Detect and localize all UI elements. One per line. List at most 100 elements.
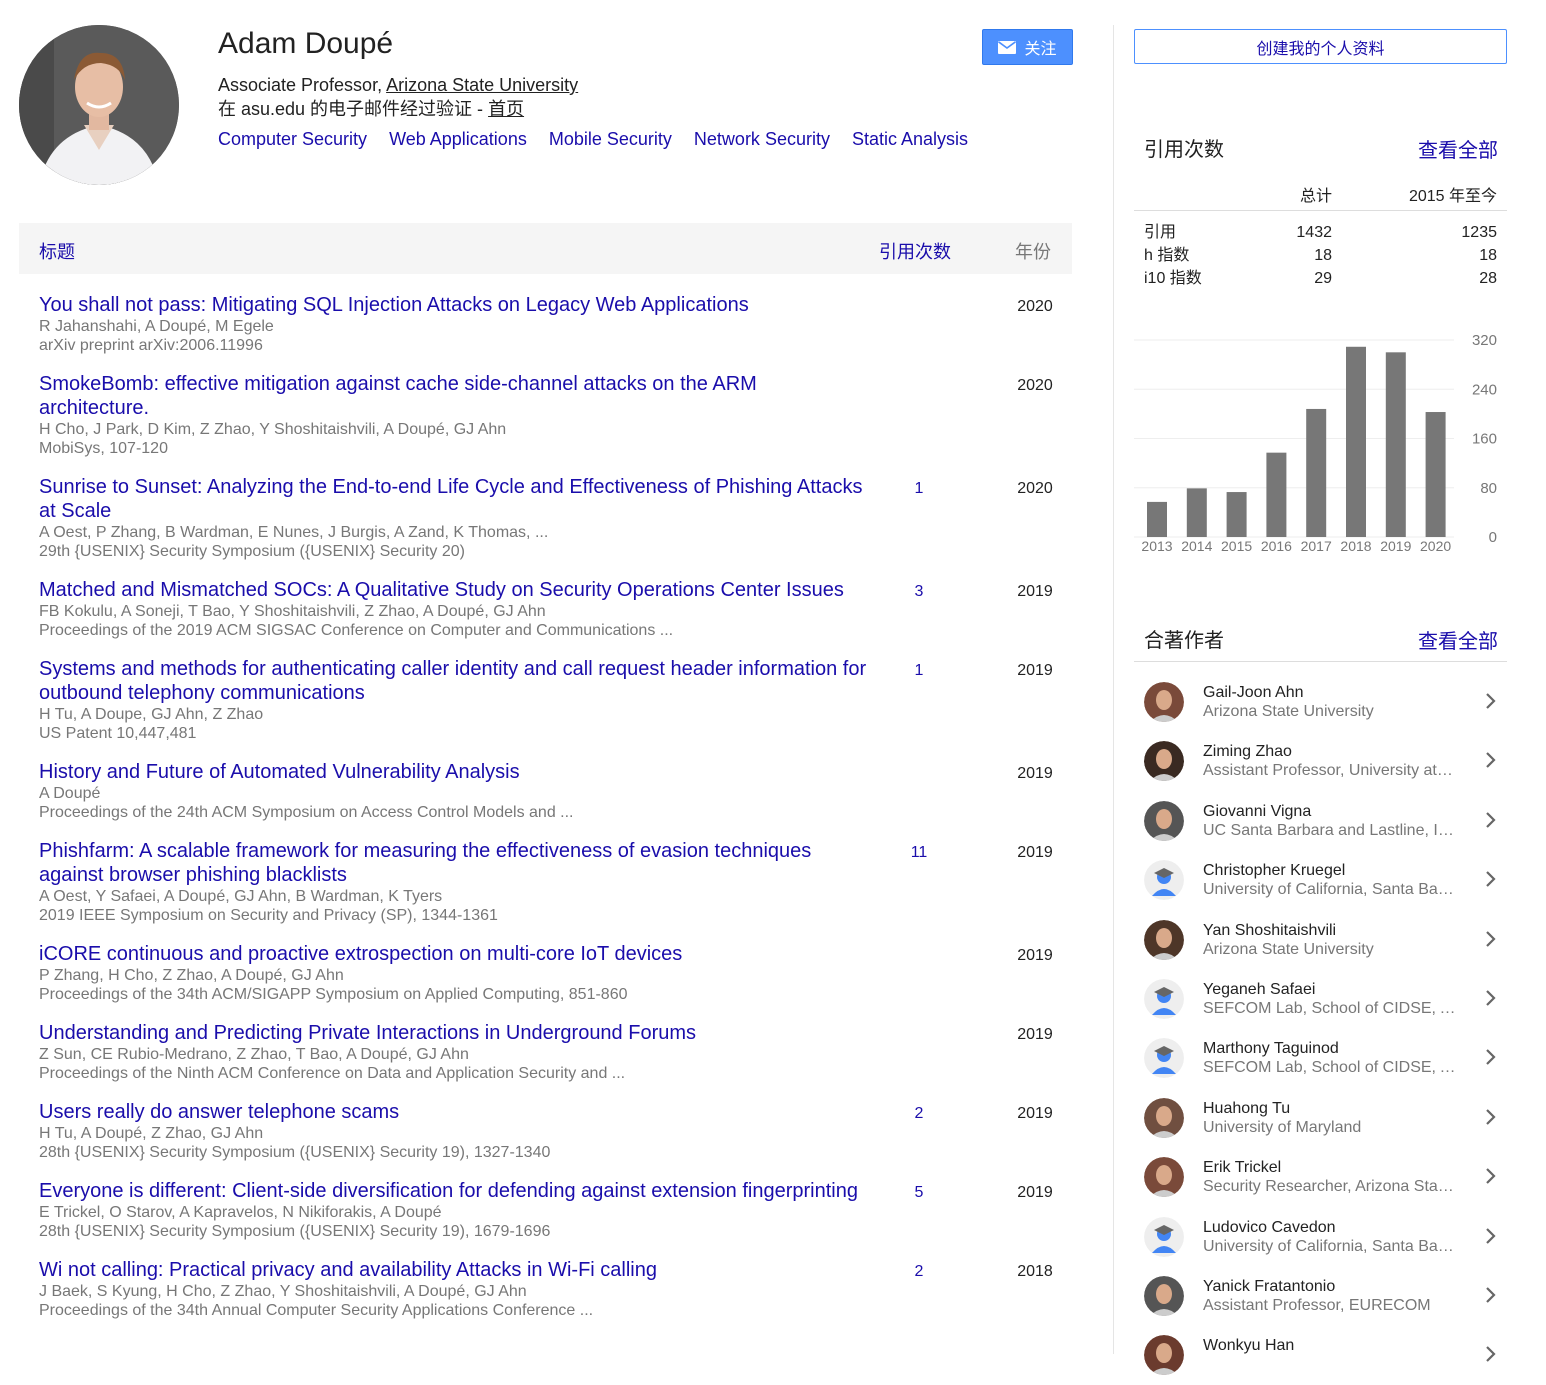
sort-by-year[interactable]: 年份 — [1015, 238, 1051, 264]
coauthor-item[interactable]: Yeganeh Safaei SEFCOM Lab, School of CIDS… — [1134, 969, 1507, 1028]
chevron-right-icon[interactable] — [1484, 810, 1498, 830]
coauthor-photo — [1144, 800, 1184, 841]
coauthor-name[interactable]: Huahong Tu — [1203, 1099, 1290, 1118]
table-row: Users really do answer telephone scams H … — [19, 1092, 1072, 1171]
affiliation-prefix: Associate Professor, — [218, 75, 387, 95]
publication-title-link[interactable]: Phishfarm: A scalable framework for meas… — [39, 839, 869, 887]
table-row: Matched and Mismatched SOCs: A Qualitati… — [19, 570, 1072, 649]
chevron-right-icon[interactable] — [1484, 1166, 1498, 1186]
coauthor-name[interactable]: Yanick Fratantonio — [1203, 1277, 1335, 1296]
col-since: 2015 年至今 — [1408, 188, 1497, 205]
chevron-right-icon[interactable] — [1484, 1226, 1498, 1246]
publication-title-link[interactable]: Understanding and Predicting Private Int… — [39, 1021, 869, 1045]
interest-link[interactable]: Mobile Security — [549, 129, 672, 149]
chart-bar[interactable] — [1186, 488, 1207, 537]
chart-bar[interactable] — [1385, 352, 1406, 537]
follow-label: 关注 — [1024, 41, 1057, 58]
coauthor-name[interactable]: Erik Trickel — [1203, 1158, 1281, 1177]
publication-title-link[interactable]: iCORE continuous and proactive extrospec… — [39, 942, 869, 966]
coauthor-item[interactable]: Gail-Joon Ahn Arizona State University — [1134, 672, 1507, 731]
coauthor-name[interactable]: Marthony Taguinod — [1203, 1039, 1339, 1058]
publication-authors: P Zhang, H Cho, Z Zhao, A Doupé, GJ Ahn — [39, 967, 344, 984]
sort-by-citations[interactable]: 引用次数 — [879, 238, 951, 264]
publication-authors: A Doupé — [39, 785, 101, 802]
coauthor-item[interactable]: Yanick Fratantonio Assistant Professor, E… — [1134, 1266, 1507, 1325]
research-interests: Computer Security Web Applications Mobil… — [218, 128, 985, 150]
email-verification: 在 asu.edu 的电子邮件经过验证 - 首页 — [218, 98, 524, 120]
interest-link[interactable]: Network Security — [694, 129, 830, 149]
coauthor-name[interactable]: Ziming Zhao — [1203, 742, 1292, 761]
publication-title-link[interactable]: You shall not pass: Mitigating SQL Injec… — [39, 293, 869, 317]
citation-count-link[interactable]: 3 — [879, 580, 959, 604]
table-row: Wi not calling: Practical privacy and av… — [19, 1250, 1072, 1329]
citation-count-link[interactable]: 11 — [879, 841, 959, 865]
chevron-right-icon[interactable] — [1484, 929, 1498, 949]
envelope-icon — [998, 40, 1017, 54]
chevron-right-icon[interactable] — [1484, 1107, 1498, 1127]
coauthor-item[interactable]: Erik Trickel Security Researcher, Arizona… — [1134, 1147, 1507, 1206]
coauthor-name[interactable]: Ludovico Cavedon — [1203, 1218, 1336, 1237]
chevron-right-icon[interactable] — [1484, 750, 1498, 770]
coauthor-name[interactable]: Gail-Joon Ahn — [1203, 683, 1304, 702]
coauthor-photo — [1144, 1157, 1184, 1198]
coauthors-see-all-link[interactable]: 查看全部 — [1418, 625, 1498, 654]
chevron-right-icon[interactable] — [1484, 691, 1498, 711]
chevron-right-icon[interactable] — [1484, 869, 1498, 889]
citations-chart: 0 80 160 240 320 2013 2014 2015 2016 2017 2018 2019… — [1134, 332, 1497, 554]
publication-title-link[interactable]: Everyone is different: Client-side diver… — [39, 1179, 869, 1203]
chart-bar[interactable] — [1306, 408, 1327, 537]
publication-title-link[interactable]: Sunrise to Sunset: Analyzing the End-to-… — [39, 475, 869, 523]
chart-bar[interactable] — [1346, 346, 1366, 537]
publication-year: 2019 — [1017, 1026, 1053, 1043]
coauthor-name[interactable]: Yeganeh Safaei — [1203, 980, 1315, 999]
chevron-right-icon[interactable] — [1484, 1285, 1498, 1305]
column-divider — [1113, 25, 1114, 1354]
coauthor-item[interactable]: Giovanni Vigna UC Santa Barbara and Lastl… — [1134, 791, 1507, 850]
chart-bar[interactable] — [1226, 492, 1247, 537]
coauthor-name[interactable]: Christopher Kruegel — [1203, 861, 1345, 880]
publication-title-link[interactable]: History and Future of Automated Vulnerab… — [39, 760, 869, 784]
default-avatar-icon — [1144, 860, 1184, 901]
coauthor-affiliation: SEFCOM Lab, School of CIDSE, Arizona Sta… — [1203, 999, 1456, 1017]
coauthor-item[interactable]: Huahong Tu University of Maryland — [1134, 1088, 1507, 1147]
follow-button[interactable]: 关注 — [982, 29, 1073, 65]
chevron-right-icon[interactable] — [1484, 1344, 1498, 1364]
coauthor-item[interactable]: Christopher Kruegel University of Califor… — [1134, 850, 1507, 909]
coauthor-name[interactable]: Wonkyu Han — [1203, 1336, 1294, 1355]
publication-title-link[interactable]: Wi not calling: Practical privacy and av… — [39, 1258, 869, 1282]
coauthor-item[interactable]: Ziming Zhao Assistant Professor, Universi… — [1134, 731, 1507, 790]
chart-bar[interactable] — [1425, 412, 1446, 537]
citation-count-link[interactable]: 2 — [879, 1102, 959, 1126]
coauthor-affiliation: Assistant Professor, EURECOM — [1203, 1296, 1431, 1314]
table-row: Sunrise to Sunset: Analyzing the End-to-… — [19, 467, 1072, 570]
chart-bar[interactable] — [1147, 501, 1167, 537]
publication-title-link[interactable]: SmokeBomb: effective mitigation against … — [39, 372, 869, 420]
citation-count-link[interactable]: 2 — [879, 1260, 959, 1284]
affiliation-link[interactable]: Arizona State University — [386, 75, 578, 95]
coauthor-affiliation: Arizona State University — [1203, 703, 1374, 720]
interest-link[interactable]: Computer Security — [218, 129, 367, 149]
publication-title-link[interactable]: Users really do answer telephone scams — [39, 1100, 869, 1124]
citation-count-link[interactable]: 5 — [879, 1181, 959, 1205]
chart-bar[interactable] — [1266, 452, 1287, 537]
citation-stats-table: 总计 2015 年至今 引用 1432 1235 h 指数 18 18 i10 指数 29… — [1134, 170, 1507, 290]
homepage-link[interactable]: 首页 — [488, 99, 524, 119]
publication-title-link[interactable]: Systems and methods for authenticating c… — [39, 657, 869, 705]
citations-see-all-link[interactable]: 查看全部 — [1418, 134, 1498, 163]
coauthor-item[interactable]: Ludovico Cavedon University of California… — [1134, 1207, 1507, 1266]
interest-link[interactable]: Web Applications — [389, 129, 527, 149]
publication-title-link[interactable]: Matched and Mismatched SOCs: A Qualitati… — [39, 578, 869, 602]
create-profile-button[interactable]: 创建我的个人资料 — [1134, 29, 1507, 64]
sort-by-title[interactable]: 标题 — [39, 238, 75, 264]
coauthor-item[interactable]: Yan Shoshitaishvili Arizona State Univers… — [1134, 910, 1507, 969]
coauthor-name[interactable]: Giovanni Vigna — [1203, 802, 1311, 821]
publication-venue: Proceedings of the Ninth ACM Conference … — [39, 1065, 626, 1082]
coauthor-item[interactable]: Marthony Taguinod SEFCOM Lab, School of C… — [1134, 1028, 1507, 1087]
interest-link[interactable]: Static Analysis — [852, 129, 968, 149]
citation-count-link[interactable]: 1 — [879, 659, 959, 683]
coauthor-item[interactable]: Wonkyu Han — [1134, 1325, 1507, 1384]
chevron-right-icon[interactable] — [1484, 988, 1498, 1008]
chevron-right-icon[interactable] — [1484, 1047, 1498, 1067]
citation-count-link[interactable]: 1 — [879, 477, 959, 501]
coauthor-name[interactable]: Yan Shoshitaishvili — [1203, 921, 1336, 940]
